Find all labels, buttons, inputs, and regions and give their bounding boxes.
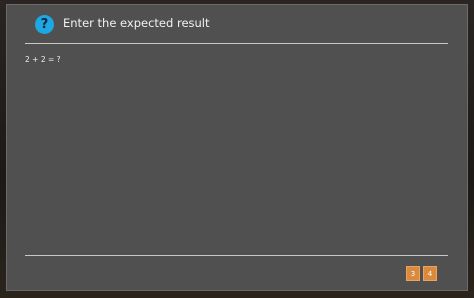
question-dialog: ? Enter the expected result 2 + 2 = ? 3 … — [6, 4, 468, 291]
footer-divider — [25, 255, 448, 256]
answer-options: 3 4 — [406, 266, 437, 281]
help-circle-icon: ? — [35, 15, 54, 34]
help-icon-glyph: ? — [40, 17, 49, 32]
question-text: 2 + 2 = ? — [25, 55, 61, 64]
answer-button-3[interactable]: 3 — [406, 266, 420, 281]
dialog-header: ? Enter the expected result — [7, 5, 467, 43]
dialog-title: Enter the expected result — [63, 16, 210, 30]
answer-button-4[interactable]: 4 — [423, 266, 437, 281]
header-divider — [25, 43, 448, 44]
